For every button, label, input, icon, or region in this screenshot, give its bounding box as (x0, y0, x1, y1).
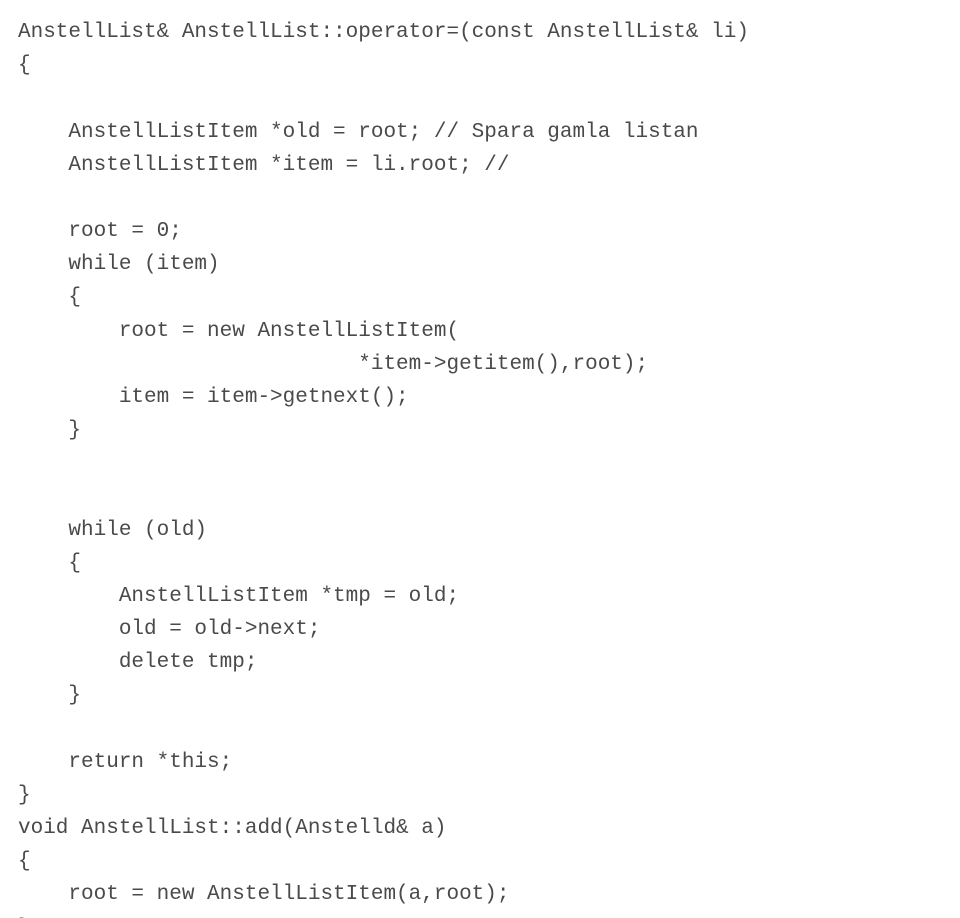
code-block: AnstellList& AnstellList::operator=(cons… (0, 0, 960, 918)
